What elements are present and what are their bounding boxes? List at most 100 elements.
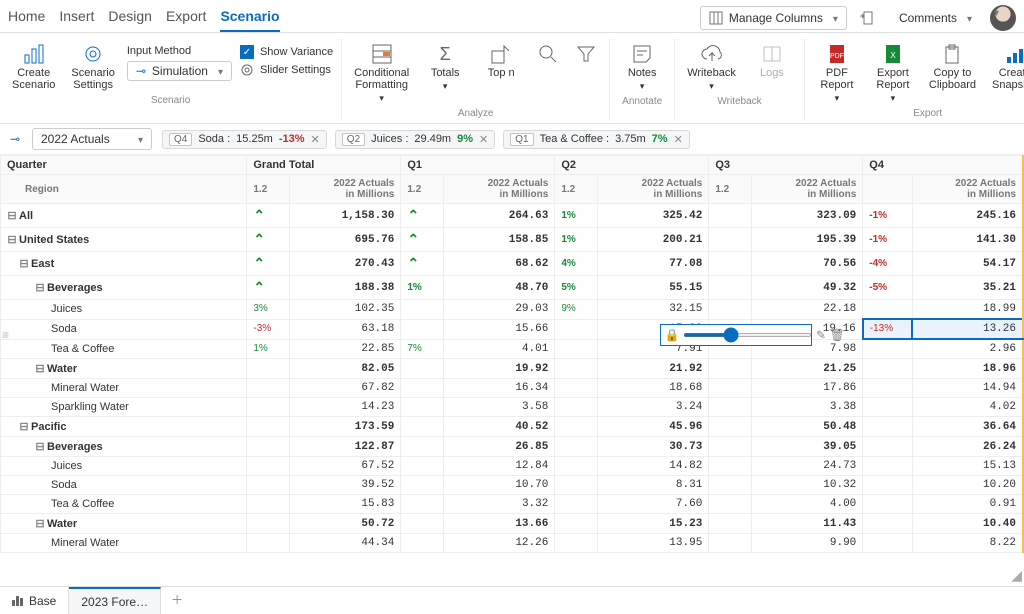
table-row[interactable]: Mineral Water67.8216.3418.6817.8614.94 <box>1 379 1024 398</box>
table-row[interactable]: ⊟Pacific173.5940.5245.9650.4836.64 <box>1 417 1024 437</box>
close-icon[interactable]: ✕ <box>479 133 488 146</box>
lock-icon[interactable]: 🔒 <box>665 328 679 342</box>
series-icon[interactable]: ⊸ <box>8 132 22 146</box>
col-quarter[interactable]: Quarter <box>1 156 247 175</box>
conditional-formatting-button[interactable]: ConditionalFormatting ▾ <box>350 41 413 106</box>
sigma-icon: Σ <box>434 43 456 65</box>
table-row[interactable]: Juices67.5212.8414.8224.7315.13 <box>1 457 1024 476</box>
expand-icon[interactable]: ⊟ <box>7 209 17 222</box>
table-row[interactable]: ⊟East⌃270.43⌃68.624%77.0870.56-4%54.17 <box>1 252 1024 276</box>
table-row[interactable]: Soda-3%63.1815.6615.0919.16-13%13.26 <box>1 319 1024 339</box>
col-q2[interactable]: Q2 <box>555 156 709 175</box>
tab-scenario[interactable]: Scenario <box>220 4 279 32</box>
note-icon <box>631 43 653 65</box>
filter-chip[interactable]: Q4Soda :15.25m-13%✕ <box>162 130 327 149</box>
table-row[interactable]: Juices3%102.3529.039%32.1522.1818.99 <box>1 300 1024 320</box>
table-row[interactable]: ⊟United States⌃695.76⌃158.851%200.21195.… <box>1 228 1024 252</box>
show-variance-label: Show Variance <box>260 46 333 58</box>
expand-icon[interactable]: ⊟ <box>7 233 17 246</box>
filter-chip[interactable]: Q2Juices :29.49m9%✕ <box>335 130 495 149</box>
copy-clipboard-button[interactable]: Copy toClipboard <box>925 41 980 93</box>
col-region[interactable]: Region <box>1 175 247 204</box>
expand-icon[interactable]: ⊟ <box>35 440 45 453</box>
insert-icon <box>859 11 873 25</box>
search-button[interactable] <box>533 41 563 67</box>
writeback-label: Writeback <box>687 67 736 79</box>
topn-label: Top n <box>488 67 515 79</box>
add-sheet-button[interactable]: ＋ <box>161 587 193 614</box>
pdf-report-button[interactable]: PDF PDFReport▾ <box>813 41 861 106</box>
insert-comment-button[interactable] <box>851 6 881 30</box>
group-label: Export <box>811 106 1024 121</box>
close-icon[interactable]: ✕ <box>311 133 320 146</box>
search-icon <box>537 43 559 65</box>
manage-columns-button[interactable]: Manage Columns <box>700 6 847 30</box>
delete-icon[interactable]: 🗑 <box>830 328 844 342</box>
simulation-dropdown[interactable]: ⊸ Simulation <box>127 61 232 81</box>
pdf-label: PDFReport <box>820 67 853 91</box>
writeback-button[interactable]: Writeback ▾ <box>683 41 740 94</box>
slider-settings-label: Slider Settings <box>260 64 331 76</box>
expand-icon[interactable]: ⊟ <box>19 420 29 433</box>
table-row[interactable]: ⊟Beverages122.8726.8530.7339.0526.24 <box>1 437 1024 457</box>
col-q3[interactable]: Q3 <box>709 156 863 175</box>
scenario-select[interactable]: 2022 Actuals <box>32 128 152 150</box>
table-row[interactable]: Mineral Water44.3412.2613.959.908.22 <box>1 534 1024 553</box>
value-slider-popout[interactable]: 🔒 ✎ 🗑 <box>660 324 812 346</box>
col-q1[interactable]: Q1 <box>401 156 555 175</box>
scenario-settings-label: ScenarioSettings <box>71 67 114 91</box>
logs-button[interactable]: Logs <box>748 41 796 81</box>
create-scenario-button[interactable]: CreateScenario <box>8 41 59 93</box>
comments-button[interactable]: Comments <box>891 6 980 30</box>
table-row[interactable]: Sparkling Water14.233.583.243.384.02 <box>1 398 1024 417</box>
edit-icon[interactable]: ✎ <box>816 328 826 342</box>
tab-export[interactable]: Export <box>166 4 206 32</box>
expand-icon[interactable]: ⊟ <box>35 362 45 375</box>
table-row[interactable]: ⊟Water82.0519.9221.9221.2518.96 <box>1 359 1024 379</box>
table-row[interactable]: Tea & Coffee15.833.327.604.000.91 <box>1 495 1024 514</box>
table-row[interactable]: Tea & Coffee1%22.857%4.017.917.982.96 <box>1 339 1024 359</box>
topn-button[interactable]: Top n <box>477 41 525 81</box>
filter-chip[interactable]: Q1Tea & Coffee :3.75m7%✕ <box>503 130 690 149</box>
col-q4[interactable]: Q4 <box>863 156 1023 175</box>
book-icon <box>761 43 783 65</box>
col-gt[interactable]: Grand Total <box>247 156 401 175</box>
export-report-button[interactable]: X ExportReport▾ <box>869 41 917 106</box>
svg-text:X: X <box>890 51 896 60</box>
create-snapshot-button[interactable]: CreateSnapshot <box>988 41 1024 93</box>
expand-icon[interactable]: ⊟ <box>19 257 29 270</box>
tab-design[interactable]: Design <box>108 4 152 32</box>
columns-icon <box>709 11 723 25</box>
value-slider[interactable] <box>683 333 812 337</box>
notes-button[interactable]: Notes ▾ <box>618 41 666 94</box>
table-row[interactable]: ⊟Water50.7213.6615.2311.4310.40 <box>1 514 1024 534</box>
slider-settings-button[interactable]: Slider Settings <box>240 63 333 77</box>
totals-label: Totals <box>431 67 460 79</box>
table-row[interactable]: ⊟All⌃1,158.30⌃264.631%325.42323.09-1%245… <box>1 204 1024 228</box>
svg-text:PDF: PDF <box>830 53 844 60</box>
user-avatar[interactable] <box>990 5 1016 31</box>
excel-label: ExportReport <box>876 67 909 91</box>
table-row[interactable]: Soda39.5210.708.3110.3210.20 <box>1 476 1024 495</box>
sheet-tab-base[interactable]: Base <box>0 587 69 614</box>
gear-icon <box>82 43 104 65</box>
data-grid: Quarter Grand Total Q1 Q2 Q3 Q4 Region 1… <box>0 155 1024 553</box>
close-icon[interactable]: ✕ <box>674 133 683 146</box>
totals-button[interactable]: Σ Totals ▾ <box>421 41 469 94</box>
tab-home[interactable]: Home <box>8 4 45 32</box>
filter-button[interactable] <box>571 41 601 67</box>
bars-icon <box>12 596 23 606</box>
expand-icon[interactable]: ⊟ <box>35 517 45 530</box>
show-variance-toggle[interactable]: Show Variance <box>240 45 333 59</box>
sheet-tab-forecast[interactable]: 2023 Fore… <box>69 587 161 614</box>
row-drag-handle[interactable]: ≡ <box>2 328 9 342</box>
expand-icon[interactable]: ⊟ <box>35 281 45 294</box>
scenario-settings-button[interactable]: ScenarioSettings <box>67 41 118 93</box>
bars-icon <box>23 43 45 65</box>
resize-grip[interactable]: ◢ <box>1011 567 1022 584</box>
logs-label: Logs <box>760 67 784 79</box>
sheet-label: 2023 Fore… <box>81 595 148 609</box>
table-row[interactable]: ⊟Beverages⌃188.381%48.705%55.1549.32-5%3… <box>1 276 1024 300</box>
tab-insert[interactable]: Insert <box>59 4 94 32</box>
notes-label: Notes <box>628 67 657 79</box>
